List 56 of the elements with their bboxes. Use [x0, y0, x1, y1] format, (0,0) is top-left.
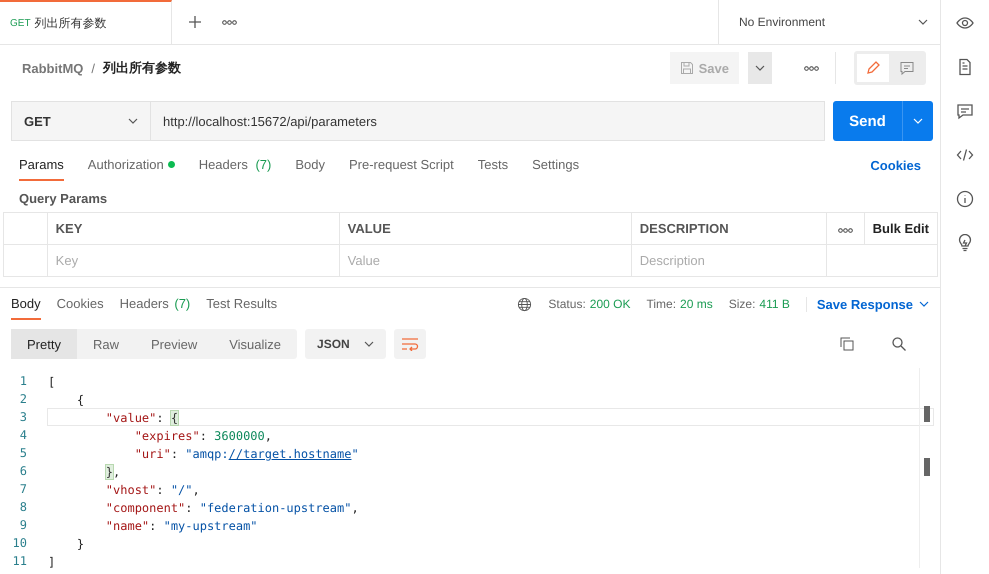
response-tab[interactable]: Test Results — [206, 288, 278, 320]
line-number: 2 — [18, 392, 28, 406]
view-mode-tab[interactable]: Pretty — [11, 329, 77, 359]
request-section-tab[interactable]: Params — [19, 149, 64, 181]
line-number: 4 — [18, 428, 28, 442]
environment-dropdown[interactable]: No Environment — [718, 0, 940, 44]
code-line: }, — [104, 464, 122, 480]
line-number: 7 — [18, 482, 28, 496]
line-number: 1 — [18, 374, 28, 388]
cookies-link[interactable]: Cookies — [870, 158, 921, 172]
response-stat: Status: 200 OK — [548, 297, 630, 311]
view-mode-tab[interactable]: Raw — [76, 329, 135, 359]
column-header: DESCRIPTION — [631, 212, 826, 244]
line-number: 11 — [12, 554, 28, 568]
code-line: "vhost": "/", — [104, 482, 201, 498]
response-tab[interactable]: Body — [11, 288, 41, 320]
section-title: Query Params — [18, 190, 108, 208]
collection-name[interactable]: RabbitMQ — [22, 60, 84, 76]
column-header: KEY — [47, 212, 340, 244]
view-mode-tab[interactable]: Preview — [134, 329, 214, 359]
request-section-tab[interactable]: Authorization — [88, 149, 175, 181]
request-section-tab[interactable]: Tests — [478, 149, 508, 181]
format-dropdown[interactable]: JSON — [305, 329, 386, 359]
save-response-button[interactable]: Save Response — [806, 296, 929, 312]
method-dropdown[interactable]: GET — [12, 102, 151, 140]
response-tab[interactable]: Headers (7) — [120, 288, 190, 320]
code-line: "component": "federation-upstream", — [104, 500, 360, 516]
code-line: } — [76, 536, 86, 552]
line-number: 9 — [18, 518, 28, 532]
code-line: "uri": "amqp://target.hostname" — [134, 446, 360, 462]
line-number: 5 — [18, 446, 28, 460]
request-section-tab[interactable]: Pre-request Script — [348, 149, 454, 181]
code-line: { — [76, 392, 86, 408]
request-name: 列出所有参数 — [103, 59, 182, 77]
line-number: 6 — [18, 464, 28, 478]
request-section-tab[interactable]: Headers (7) — [198, 149, 272, 181]
send-button[interactable]: Send — [833, 101, 933, 141]
request-section-tab[interactable]: Body — [295, 149, 325, 181]
response-stat: Time: 20 ms — [646, 297, 713, 311]
breadcrumb-separator: / — [91, 60, 96, 76]
code-line: "expires": 3600000, — [134, 428, 273, 444]
line-number: 3 — [18, 410, 28, 424]
response-tab[interactable]: Cookies — [56, 288, 104, 320]
code-line: ] — [47, 554, 56, 570]
code-line: "name": "my-upstream" — [104, 518, 259, 534]
line-number: 8 — [18, 500, 28, 514]
url-field[interactable]: GET http://localhost:15672/api/parameters — [11, 101, 825, 141]
request-tab[interactable]: GET 列出所有参数 — [0, 0, 172, 44]
line-number: 10 — [12, 536, 28, 550]
view-mode-tab[interactable]: Visualize — [213, 329, 298, 359]
request-section-tab[interactable]: Settings — [532, 149, 580, 181]
code-line: [ — [47, 374, 56, 390]
column-header: VALUE — [339, 212, 632, 244]
code-link[interactable]: //target.hostname — [228, 447, 352, 461]
response-stat: Size: 411 B — [728, 297, 790, 311]
bulk-edit-button[interactable]: Bulk Edit — [864, 212, 938, 244]
